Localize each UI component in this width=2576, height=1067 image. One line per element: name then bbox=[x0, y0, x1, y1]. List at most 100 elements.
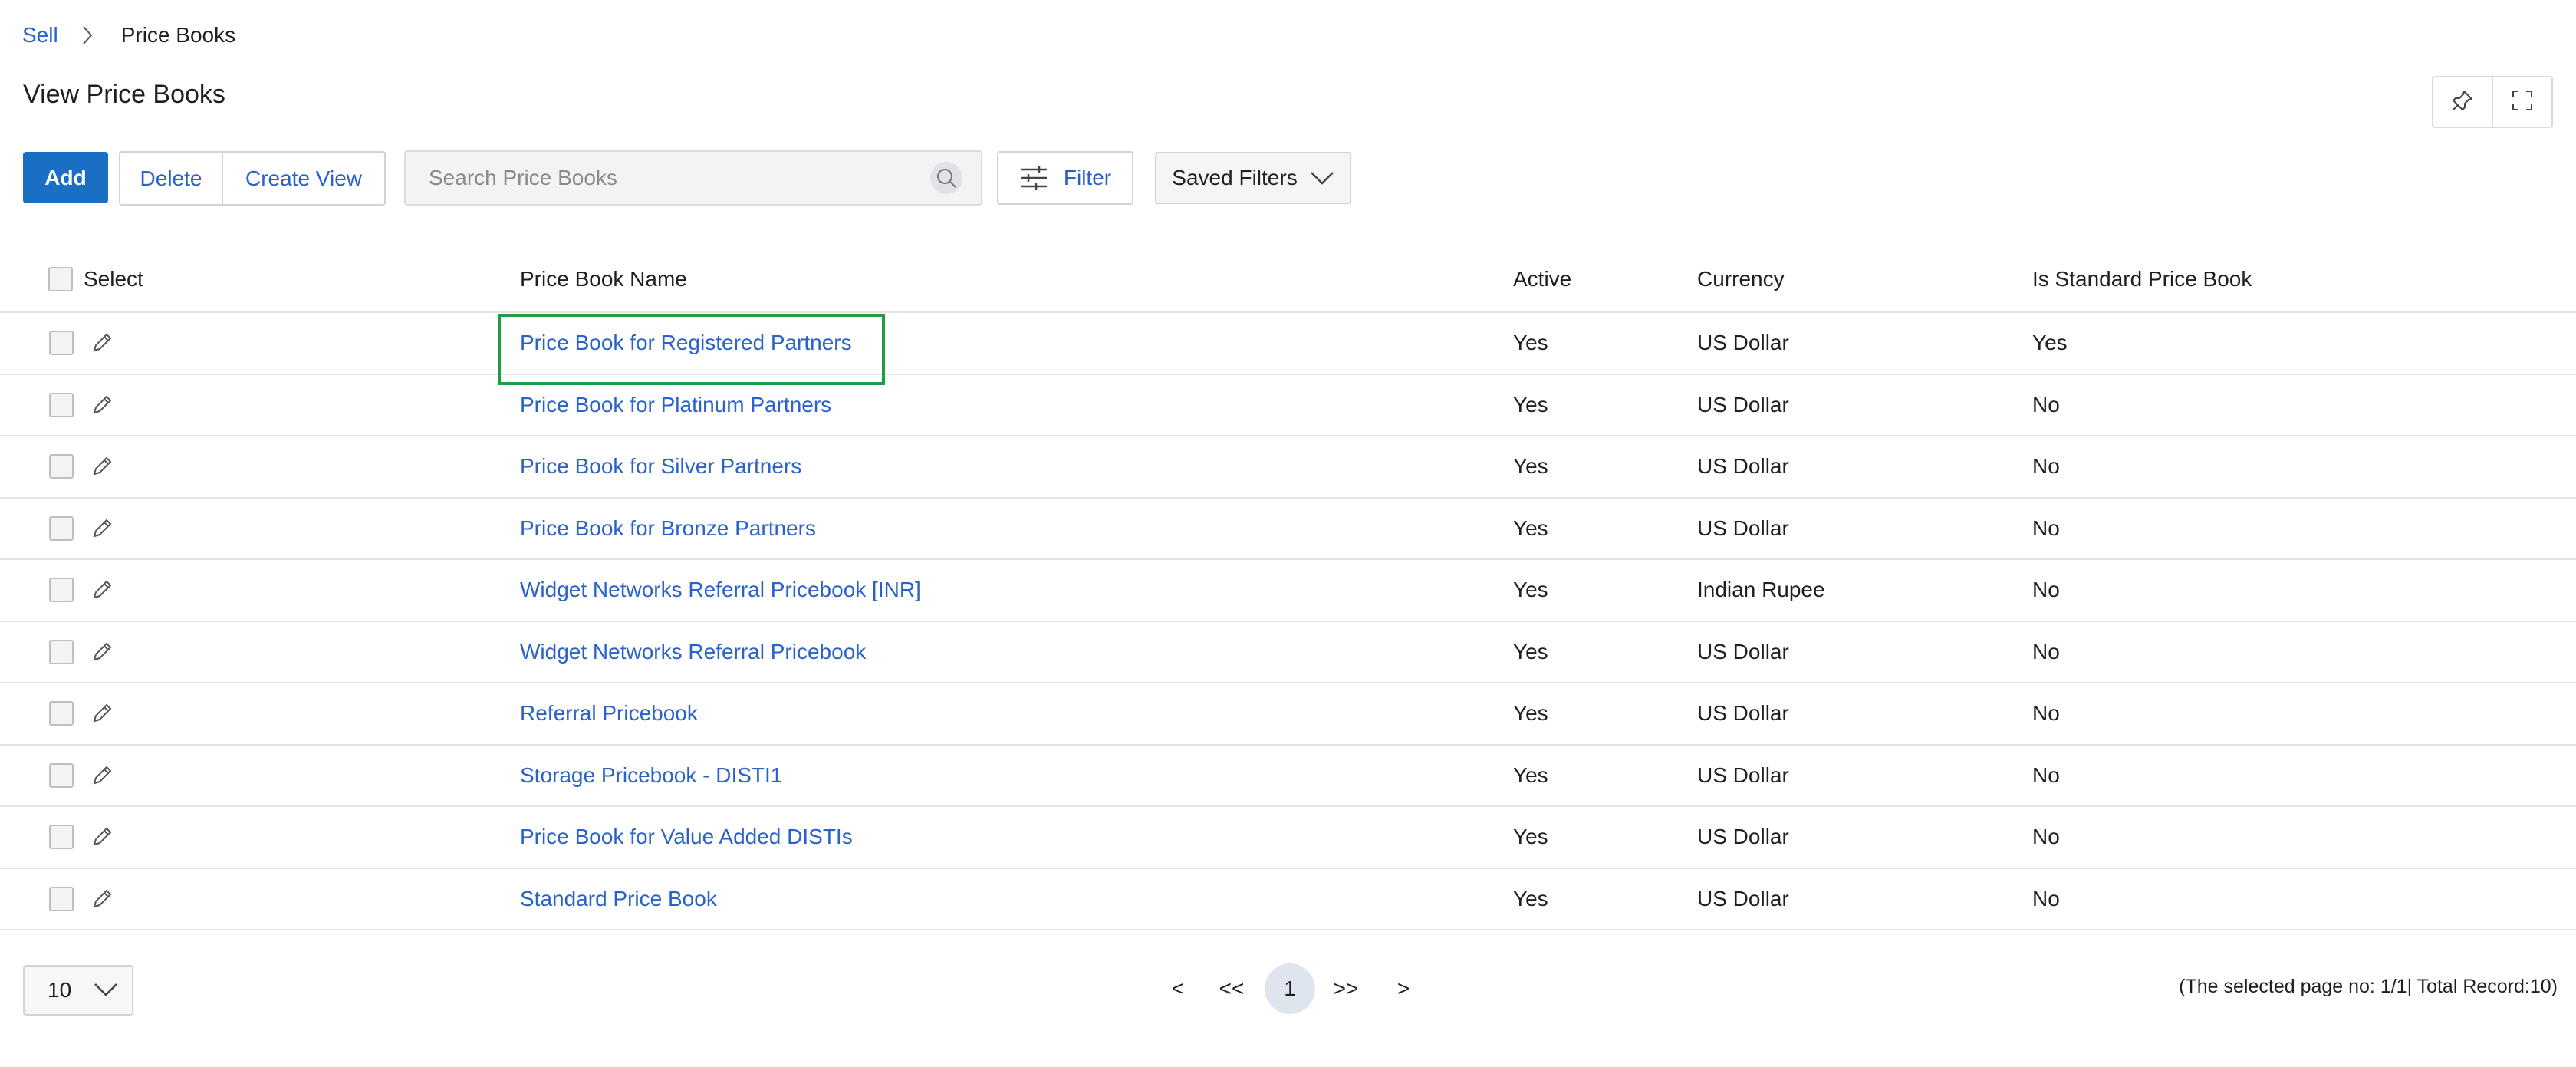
price-book-name-link[interactable]: Widget Networks Referral Pricebook [INR] bbox=[520, 560, 921, 621]
price-books-page: Sell Price Books View Price Books Add De… bbox=[0, 0, 2576, 1067]
delete-button[interactable]: Delete bbox=[120, 153, 222, 204]
table-row: Widget Networks Referral Pricebook Yes U… bbox=[0, 622, 2576, 683]
price-book-name-link[interactable]: Storage Pricebook - DISTI1 bbox=[520, 746, 782, 806]
table-row: Price Book for Platinum Partners Yes US … bbox=[0, 375, 2576, 436]
table-row: Referral Pricebook Yes US Dollar No bbox=[0, 683, 2576, 746]
row-checkbox[interactable] bbox=[49, 454, 74, 479]
pencil-icon[interactable] bbox=[90, 701, 114, 726]
is-standard-cell: No bbox=[2032, 392, 2060, 417]
price-books-table: Select Price Book Name Active Currency I… bbox=[0, 247, 2576, 930]
is-standard-cell: No bbox=[2032, 886, 2060, 911]
price-book-name-link[interactable]: Price Book for Bronze Partners bbox=[520, 499, 816, 559]
breadcrumb-sell-link[interactable]: Sell bbox=[22, 23, 58, 48]
row-checkbox[interactable] bbox=[49, 701, 74, 726]
action-button-group: Delete Create View bbox=[119, 151, 386, 206]
pencil-icon[interactable] bbox=[90, 825, 114, 849]
is-standard-cell: No bbox=[2032, 762, 2060, 787]
header-active[interactable]: Active bbox=[1513, 247, 1571, 311]
search-icon[interactable] bbox=[930, 162, 962, 194]
currency-cell: US Dollar bbox=[1697, 762, 1789, 787]
table-row: Price Book for Bronze Partners Yes US Do… bbox=[0, 499, 2576, 560]
currency-cell: US Dollar bbox=[1697, 701, 1789, 726]
row-checkbox[interactable] bbox=[49, 825, 74, 849]
filter-label: Filter bbox=[1063, 166, 1112, 189]
pencil-icon[interactable] bbox=[90, 640, 114, 664]
select-all-header: Select bbox=[48, 247, 143, 311]
price-book-name-link[interactable]: Price Book for Value Added DISTIs bbox=[520, 807, 853, 868]
table-row: Price Book for Value Added DISTIs Yes US… bbox=[0, 807, 2576, 869]
chevron-right-icon bbox=[81, 24, 100, 47]
active-cell: Yes bbox=[1513, 762, 1548, 787]
currency-cell: US Dollar bbox=[1697, 639, 1789, 664]
row-checkbox[interactable] bbox=[49, 886, 74, 911]
add-button[interactable]: Add bbox=[23, 152, 108, 203]
next-page-button[interactable]: > bbox=[1394, 963, 1413, 1014]
active-cell: Yes bbox=[1513, 701, 1548, 726]
page-title: View Price Books bbox=[23, 80, 225, 109]
row-checkbox[interactable] bbox=[49, 639, 74, 664]
row-checkbox[interactable] bbox=[49, 578, 74, 602]
currency-cell: US Dollar bbox=[1697, 825, 1789, 849]
pencil-icon[interactable] bbox=[90, 331, 114, 355]
saved-filters-label: Saved Filters bbox=[1172, 166, 1298, 189]
active-cell: Yes bbox=[1513, 886, 1548, 911]
filter-button[interactable]: Filter bbox=[997, 151, 1133, 205]
active-cell: Yes bbox=[1513, 578, 1548, 602]
select-all-checkbox[interactable] bbox=[48, 267, 73, 291]
breadcrumb-current: Price Books bbox=[120, 23, 236, 47]
page-size-select[interactable]: 10 bbox=[23, 965, 133, 1016]
pencil-icon[interactable] bbox=[90, 516, 114, 541]
pencil-icon[interactable] bbox=[90, 763, 114, 788]
header-currency[interactable]: Currency bbox=[1697, 247, 1785, 311]
header-is-standard[interactable]: Is Standard Price Book bbox=[2032, 247, 2252, 311]
table-row: Price Book for Registered Partners Yes U… bbox=[0, 313, 2576, 375]
pencil-icon[interactable] bbox=[90, 393, 114, 417]
pencil-icon[interactable] bbox=[90, 454, 114, 479]
price-book-name-link[interactable]: Price Book for Platinum Partners bbox=[520, 375, 831, 436]
chevron-down-icon bbox=[1310, 172, 1334, 185]
row-checkbox[interactable] bbox=[49, 331, 74, 355]
last-page-button[interactable]: >> bbox=[1331, 963, 1360, 1014]
header-select: Select bbox=[84, 267, 143, 291]
currency-cell: US Dollar bbox=[1697, 454, 1789, 479]
create-view-button[interactable]: Create View bbox=[222, 153, 384, 204]
is-standard-cell: No bbox=[2032, 515, 2060, 540]
record-info: (The selected page no: 1/1| Total Record… bbox=[2179, 976, 2558, 997]
is-standard-cell: No bbox=[2032, 578, 2060, 602]
is-standard-cell: No bbox=[2032, 701, 2060, 726]
active-cell: Yes bbox=[1513, 331, 1548, 355]
currency-cell: US Dollar bbox=[1697, 392, 1789, 417]
price-book-name-link[interactable]: Widget Networks Referral Pricebook bbox=[520, 622, 866, 683]
prev-page-button[interactable]: < bbox=[1169, 963, 1187, 1014]
table-row: Widget Networks Referral Pricebook [INR]… bbox=[0, 560, 2576, 622]
is-standard-cell: No bbox=[2032, 639, 2060, 664]
price-book-name-link[interactable]: Price Book for Registered Partners bbox=[520, 313, 852, 374]
chevron-down-icon bbox=[94, 983, 117, 996]
row-checkbox[interactable] bbox=[49, 515, 74, 541]
pencil-icon[interactable] bbox=[90, 578, 114, 602]
sliders-icon bbox=[1020, 166, 1047, 190]
price-book-name-link[interactable]: Standard Price Book bbox=[520, 869, 717, 930]
price-book-name-link[interactable]: Referral Pricebook bbox=[520, 683, 698, 744]
saved-filters-dropdown[interactable]: Saved Filters bbox=[1155, 152, 1351, 204]
table-row: Standard Price Book Yes US Dollar No bbox=[0, 869, 2576, 930]
is-standard-cell: Yes bbox=[2032, 331, 2068, 355]
pencil-icon[interactable] bbox=[90, 887, 114, 911]
pin-icon bbox=[2451, 89, 2474, 116]
first-page-button[interactable]: << bbox=[1217, 963, 1246, 1014]
search-input[interactable] bbox=[429, 152, 920, 204]
active-cell: Yes bbox=[1513, 392, 1548, 417]
page-1-button[interactable]: 1 bbox=[1265, 963, 1315, 1014]
row-checkbox[interactable] bbox=[49, 762, 74, 788]
pin-button[interactable] bbox=[2433, 77, 2492, 127]
active-cell: Yes bbox=[1513, 454, 1548, 479]
view-actions bbox=[2432, 76, 2553, 128]
breadcrumb: Sell Price Books bbox=[22, 23, 235, 48]
header-price-book-name[interactable]: Price Book Name bbox=[520, 247, 687, 311]
active-cell: Yes bbox=[1513, 825, 1548, 849]
currency-cell: US Dollar bbox=[1697, 515, 1789, 540]
active-cell: Yes bbox=[1513, 639, 1548, 664]
fullscreen-button[interactable] bbox=[2492, 77, 2551, 127]
price-book-name-link[interactable]: Price Book for Silver Partners bbox=[520, 436, 801, 497]
row-checkbox[interactable] bbox=[49, 392, 74, 417]
